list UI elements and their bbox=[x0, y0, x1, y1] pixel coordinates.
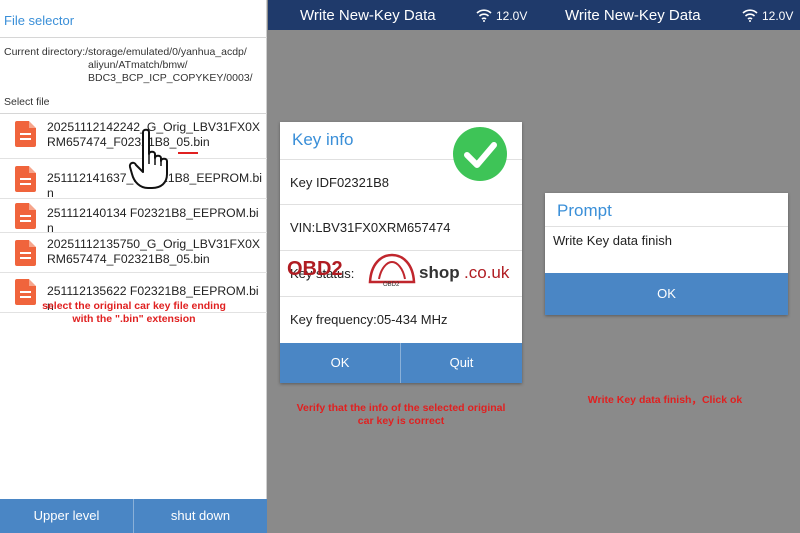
watermark-shop: shop bbox=[419, 263, 460, 282]
file-name: 251112140134 F02321B8_EEPROM.bin bbox=[47, 206, 259, 235]
bottom-button-bar: Upper level shut down bbox=[0, 499, 267, 533]
bin-extension-underline bbox=[178, 152, 198, 154]
file-selector-panel: File selector Current directory:/storage… bbox=[0, 0, 267, 533]
watermark-badge: OBD2 bbox=[383, 282, 400, 288]
current-directory-line: BDC3_BCP_ICP_COPYKEY/0003/ bbox=[88, 72, 253, 84]
voltage-readout: 12.0V bbox=[762, 9, 794, 23]
checkmark-icon bbox=[453, 127, 507, 181]
ok-button[interactable]: OK bbox=[280, 343, 400, 383]
wifi-icon bbox=[476, 9, 492, 22]
current-directory-line: aliyun/ATmatch/bmw/ bbox=[88, 59, 188, 71]
header-bar: Write New-Key Data 12.0V bbox=[534, 0, 800, 30]
file-icon bbox=[15, 203, 36, 229]
instruction-note: Write Key data finish，Click ok bbox=[587, 394, 743, 406]
file-item[interactable]: 251112140134 F02321B8_EEPROM.bin bbox=[0, 199, 267, 235]
file-icon bbox=[15, 279, 36, 305]
watermark-couk: .co.uk bbox=[464, 263, 510, 282]
select-file-label: Select file bbox=[4, 96, 50, 108]
file-selector-title: File selector bbox=[4, 13, 75, 28]
header-title: Write New-Key Data bbox=[565, 7, 701, 24]
dialog-title: Key info bbox=[292, 130, 354, 149]
file-icon bbox=[15, 166, 36, 192]
instruction-note: select the original car key file ending … bbox=[42, 300, 226, 325]
file-icon bbox=[15, 240, 36, 266]
file-item[interactable]: 20251112135750_G_Orig_LBV31FX0XRM657474_… bbox=[0, 233, 267, 273]
quit-button[interactable]: Quit bbox=[401, 343, 522, 383]
pointing-hand-icon bbox=[128, 128, 168, 189]
dialog-title: Prompt bbox=[557, 201, 612, 220]
dialog-button-bar: OK bbox=[545, 273, 788, 315]
vin-row: VIN:LBV31FX0XRM657474 bbox=[280, 205, 522, 251]
current-directory-label: Current directory:/storage/emulated/0/ya… bbox=[4, 46, 247, 58]
instruction-note: Verify that the info of the selected ori… bbox=[296, 402, 506, 427]
prompt-dialog: Prompt Write Key data finish OK bbox=[545, 193, 788, 315]
watermark: OBD2 OBD2 shop .co.uk bbox=[287, 252, 519, 294]
header-bar: Write New-Key Data 12.0V bbox=[268, 0, 534, 30]
file-name: 20251112135750_G_Orig_LBV31FX0XRM657474_… bbox=[47, 237, 260, 266]
shut-down-button[interactable]: shut down bbox=[134, 499, 267, 533]
upper-level-button[interactable]: Upper level bbox=[0, 499, 133, 533]
ok-button[interactable]: OK bbox=[545, 273, 788, 315]
prompt-message: Write Key data finish bbox=[545, 226, 788, 273]
dialog-button-bar: OK Quit bbox=[280, 343, 522, 383]
voltage-readout: 12.0V bbox=[496, 9, 528, 23]
current-directory: Current directory:/storage/emulated/0/ya… bbox=[4, 46, 266, 85]
wifi-icon bbox=[742, 9, 758, 22]
header-title: Write New-Key Data bbox=[300, 7, 436, 24]
file-icon bbox=[15, 121, 36, 147]
key-frequency-row: Key frequency:05-434 MHz bbox=[290, 312, 448, 327]
watermark-obd: OBD2 bbox=[287, 258, 343, 280]
divider bbox=[0, 37, 267, 38]
